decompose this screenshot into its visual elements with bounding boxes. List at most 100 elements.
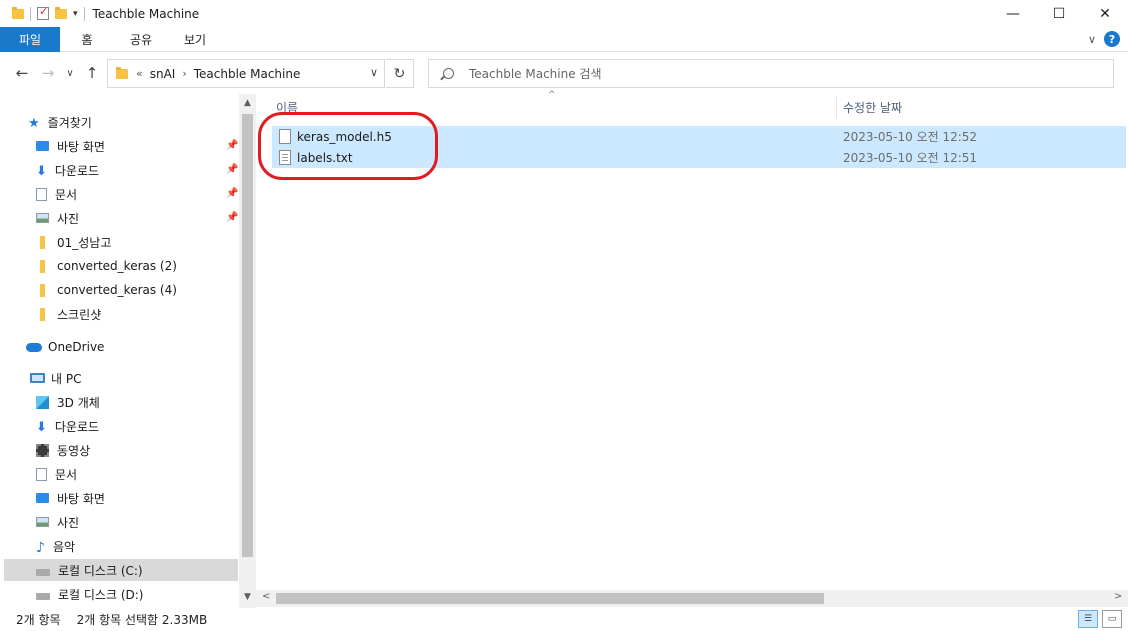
sidebar-item-quick-access[interactable]: ★ 즐겨찾기 — [28, 111, 92, 133]
breadcrumb: « snAI › Teachble Machine — [136, 67, 300, 81]
scroll-left-icon[interactable]: < — [262, 591, 270, 602]
details-view-icon[interactable]: ☰ — [1078, 610, 1098, 628]
sidebar-item-documents[interactable]: 문서 — [36, 183, 77, 205]
recent-locations-chevron-icon[interactable]: ∨ — [59, 68, 81, 79]
sidebar-item-label: 다운로드 — [54, 163, 100, 178]
star-icon: ★ — [28, 115, 40, 131]
column-header-date[interactable]: 수정한 날짜 — [843, 96, 1043, 118]
properties-icon[interactable] — [37, 5, 49, 20]
tab-file[interactable]: 파일 — [0, 26, 60, 52]
close-button[interactable]: ✕ — [1082, 0, 1128, 27]
forward-arrow-icon[interactable]: → — [37, 64, 59, 82]
folder-icon — [12, 6, 24, 19]
sidebar-item-pictures[interactable]: 사진 — [36, 511, 79, 533]
sidebar-item-pictures[interactable]: 사진 — [36, 207, 79, 229]
expand-ribbon-chevron-icon[interactable]: ∨ — [1088, 33, 1096, 46]
tab-home[interactable]: 홈 — [60, 27, 114, 52]
new-folder-icon[interactable] — [55, 6, 67, 19]
video-icon — [36, 443, 49, 457]
sidebar-item-downloads[interactable]: ⬇ 다운로드 — [36, 415, 99, 437]
folder-icon — [40, 235, 45, 249]
download-icon: ⬇ — [36, 163, 47, 179]
sidebar-item-desktop[interactable]: 바탕 화면 — [36, 487, 105, 509]
drive-icon — [36, 592, 50, 600]
sidebar-item-folder[interactable]: converted_keras (2) — [36, 255, 177, 277]
quick-access-toolbar: ▾ — [0, 5, 85, 21]
maximize-button[interactable]: ☐ — [1036, 0, 1082, 27]
computer-icon — [30, 373, 45, 383]
annotation-highlight-circle — [258, 112, 438, 180]
navigation-bar: ← → ∨ ↑ « snAI › Teachble Machine ∨ ↻ Te… — [0, 52, 1128, 94]
sidebar-item-music[interactable]: ♪ 음악 — [36, 535, 75, 557]
sidebar-item-label: 3D 개체 — [57, 395, 100, 410]
address-dropdown-chevron-icon[interactable]: ∨ — [370, 66, 378, 79]
sidebar-item-onedrive[interactable]: OneDrive — [26, 336, 104, 358]
help-icon[interactable]: ? — [1104, 31, 1120, 47]
sidebar-item-videos[interactable]: 동영상 — [36, 439, 90, 461]
desktop-icon — [36, 493, 49, 503]
scroll-up-icon[interactable]: ▲ — [239, 98, 256, 108]
customize-toolbar-dropdown-icon[interactable]: ▾ — [73, 9, 78, 19]
overflow-chevron-icon[interactable]: « — [136, 67, 143, 80]
pin-icon[interactable]: 📌 — [226, 140, 238, 151]
pictures-icon — [36, 517, 49, 527]
sidebar-item-documents[interactable]: 문서 — [36, 463, 77, 485]
navigation-pane: ★ 즐겨찾기 바탕 화면 📌 ⬇ 다운로드 📌 문서 📌 사진 📌 01_성남고… — [0, 94, 256, 608]
scrollbar-thumb[interactable] — [242, 114, 253, 557]
window-controls: — ☐ ✕ — [990, 0, 1128, 27]
scroll-down-icon[interactable]: ▼ — [239, 592, 256, 602]
drive-icon — [36, 568, 50, 576]
sidebar-scrollbar[interactable]: ▲ ▼ — [239, 94, 256, 608]
content-horizontal-scrollbar[interactable]: < > — [256, 590, 1128, 607]
sidebar-item-label: 로컬 디스크 (C:) — [58, 563, 143, 578]
folder-icon — [116, 66, 128, 79]
divider — [30, 6, 31, 21]
sidebar-item-folder[interactable]: converted_keras (4) — [36, 279, 177, 301]
sidebar-item-local-disk-c[interactable]: 로컬 디스크 (C:) — [4, 559, 238, 581]
pin-icon[interactable]: 📌 — [226, 164, 238, 175]
sidebar-item-label: 01_성남고 — [57, 235, 112, 250]
column-divider[interactable] — [836, 96, 837, 118]
scroll-right-icon[interactable]: > — [1114, 591, 1122, 602]
sidebar-item-this-pc[interactable]: 내 PC — [30, 367, 81, 389]
refresh-icon[interactable]: ↻ — [386, 59, 414, 88]
sidebar-item-desktop[interactable]: 바탕 화면 — [36, 135, 105, 157]
pin-icon[interactable]: 📌 — [226, 188, 238, 199]
sidebar-item-label: 동영상 — [57, 443, 91, 458]
sidebar-item-label: converted_keras (4) — [57, 283, 177, 297]
sidebar-item-label: 스크린샷 — [57, 307, 102, 322]
document-icon — [36, 187, 47, 201]
sidebar-item-3d-objects[interactable]: 3D 개체 — [36, 391, 100, 413]
sidebar-item-downloads[interactable]: ⬇ 다운로드 — [36, 159, 99, 181]
sidebar-item-label: 내 PC — [51, 371, 82, 386]
chevron-right-icon[interactable]: › — [182, 67, 186, 80]
folder-icon — [40, 283, 45, 297]
minimize-button[interactable]: — — [990, 0, 1036, 27]
tab-view[interactable]: 보기 — [168, 27, 222, 52]
search-input[interactable]: Teachble Machine 검색 — [428, 59, 1114, 88]
sidebar-item-label: 문서 — [55, 187, 78, 202]
pin-icon[interactable]: 📌 — [226, 212, 238, 223]
tab-share[interactable]: 공유 — [114, 27, 168, 52]
sidebar-item-label: 바탕 화면 — [57, 491, 105, 506]
download-icon: ⬇ — [36, 419, 47, 435]
sidebar-item-folder[interactable]: 스크린샷 — [36, 303, 101, 325]
large-icons-view-icon[interactable]: ▭ — [1102, 610, 1122, 628]
breadcrumb-item[interactable]: Teachble Machine — [194, 67, 301, 81]
address-bar[interactable]: « snAI › Teachble Machine ∨ — [107, 59, 385, 88]
document-icon — [36, 467, 47, 481]
sidebar-item-local-disk-d[interactable]: 로컬 디스크 (D:) — [36, 583, 143, 605]
scrollbar-thumb[interactable] — [276, 593, 824, 604]
status-bar: 2개 항목 2개 항목 선택함 2.33MB ☰ ▭ — [0, 608, 1128, 631]
sidebar-item-label: 로컬 디스크 (D:) — [58, 587, 144, 602]
search-placeholder: Teachble Machine 검색 — [469, 67, 602, 81]
cloud-icon — [26, 342, 42, 352]
sidebar-item-folder[interactable]: 01_성남고 — [36, 231, 111, 253]
music-icon: ♪ — [36, 539, 45, 556]
sidebar-item-label: 바탕 화면 — [57, 139, 105, 154]
back-arrow-icon[interactable]: ← — [11, 64, 33, 82]
breadcrumb-item[interactable]: snAI — [150, 67, 176, 81]
up-arrow-icon[interactable]: ↑ — [81, 64, 103, 82]
file-date: 2023-05-10 오전 12:52 — [843, 130, 978, 144]
sidebar-item-label: 사진 — [57, 515, 80, 530]
